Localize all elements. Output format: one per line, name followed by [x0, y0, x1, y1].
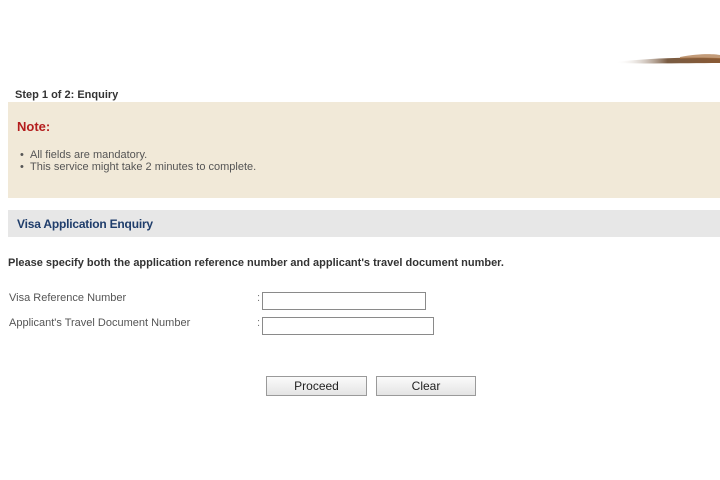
- proceed-button[interactable]: Proceed: [266, 376, 367, 396]
- travel-document-label: Applicant's Travel Document Number: [9, 317, 191, 329]
- section-title: Visa Application Enquiry: [17, 217, 153, 231]
- note-item-text: This service might take 2 minutes to com…: [30, 161, 257, 173]
- instruction-text: Please specify both the application refe…: [8, 257, 504, 269]
- bullet-icon: •: [20, 161, 24, 173]
- header-decoration: [560, 36, 720, 76]
- note-title: Note:: [17, 119, 51, 134]
- note-item-text: All fields are mandatory.: [30, 149, 148, 161]
- list-item: • This service might take 2 minutes to c…: [18, 161, 256, 173]
- bullet-icon: •: [20, 149, 24, 161]
- field-separator: :: [257, 292, 261, 304]
- note-list: • All fields are mandatory. • This servi…: [18, 149, 256, 173]
- visa-reference-input[interactable]: [262, 292, 426, 310]
- field-separator: :: [257, 317, 261, 329]
- note-box: Note: • All fields are mandatory. • This…: [8, 102, 720, 198]
- section-header: Visa Application Enquiry: [8, 210, 720, 237]
- step-label: Step 1 of 2: Enquiry: [15, 89, 119, 101]
- visa-reference-label: Visa Reference Number: [9, 292, 127, 304]
- clear-button[interactable]: Clear: [376, 376, 476, 396]
- travel-document-input[interactable]: [262, 317, 434, 335]
- visa-enquiry-page: Step 1 of 2: Enquiry Note: • All fields …: [0, 0, 720, 480]
- list-item: • All fields are mandatory.: [18, 149, 256, 161]
